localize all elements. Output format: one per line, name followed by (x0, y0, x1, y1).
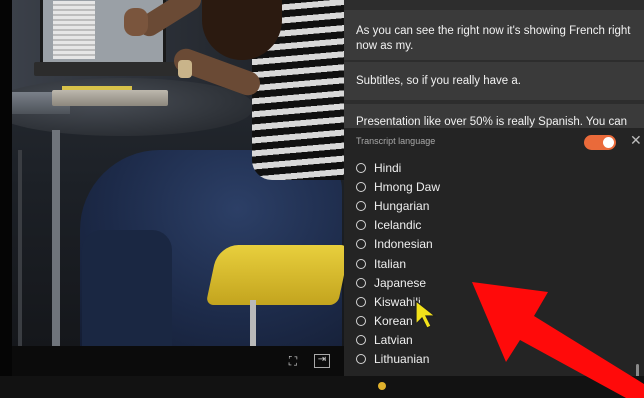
video-control-bar: ⛶ ⇥ (12, 346, 344, 376)
transcript-panel: As you can see the right now it's showin… (344, 0, 644, 376)
radio-icon[interactable] (356, 200, 366, 211)
language-option-hmong-daw[interactable]: Hmong Daw (356, 177, 440, 196)
language-option-hungarian[interactable]: Hungarian (356, 196, 440, 215)
caption-block: As you can see the right now it's showin… (344, 10, 644, 60)
video-paper (53, 1, 95, 59)
dock-panel-icon[interactable]: ⇥ (314, 354, 330, 368)
os-taskbar: 1:42 PM (0, 376, 644, 398)
language-option-italian[interactable]: Italian (356, 254, 440, 273)
video-book-stack (52, 90, 168, 106)
language-list-scrollbar[interactable] (636, 364, 639, 376)
radio-icon[interactable] (356, 181, 366, 192)
transcript-language-title: Transcript language (356, 136, 436, 146)
language-label: Icelandic (374, 218, 422, 233)
language-label: Italian (374, 256, 407, 271)
caption-block: Subtitles, so if you really have a. (344, 62, 644, 100)
video-frame[interactable] (12, 0, 344, 346)
video-person-hand (124, 8, 148, 36)
radio-icon[interactable] (356, 162, 366, 173)
taskbar-clock: 1:42 PM (598, 378, 625, 385)
radio-icon[interactable] (356, 277, 366, 288)
language-label: Indonesian (374, 237, 433, 252)
language-option-hindi[interactable]: Hindi (356, 158, 440, 177)
language-label: Lithuanian (374, 352, 430, 367)
language-label: Hungarian (374, 198, 430, 213)
taskbar-app-icon[interactable] (378, 382, 386, 390)
language-option-icelandic[interactable]: Icelandic (356, 216, 440, 235)
video-person-watch (178, 60, 192, 78)
language-list: Hindi Hmong Daw Hungarian Icelandic Indo… (356, 158, 440, 369)
radio-icon[interactable] (356, 220, 366, 231)
video-person-leg (82, 230, 172, 346)
radio-icon[interactable] (356, 316, 366, 327)
video-book-yellow (62, 86, 132, 90)
language-option-japanese[interactable]: Japanese (356, 273, 440, 292)
language-label: Japanese (374, 275, 427, 290)
language-option-latvian[interactable]: Latvian (356, 331, 440, 350)
video-chair-leg (250, 300, 256, 346)
language-label: Hindi (374, 160, 402, 175)
toggle-knob (603, 137, 614, 148)
video-yellow-chair (205, 245, 344, 305)
mouse-pointer-icon (415, 300, 437, 329)
video-table-leg-back (18, 150, 22, 346)
left-edge (0, 0, 12, 398)
transcript-toggle[interactable] (584, 135, 616, 150)
language-option-indonesian[interactable]: Indonesian (356, 235, 440, 254)
video-table-leg (52, 130, 60, 346)
language-label: Korean (374, 314, 413, 329)
transcript-language-popup: Transcript language ✕ Hindi Hmong Daw Hu… (344, 128, 644, 376)
language-label: Hmong Daw (374, 179, 441, 194)
radio-icon[interactable] (356, 296, 366, 307)
close-icon[interactable]: ✕ (630, 132, 642, 149)
language-label: Latvian (374, 333, 413, 348)
language-option-lithuanian[interactable]: Lithuanian (356, 350, 440, 369)
radio-icon[interactable] (356, 258, 366, 269)
video-laptop (34, 62, 184, 76)
radio-icon[interactable] (356, 335, 366, 346)
radio-icon[interactable] (356, 354, 366, 365)
radio-icon[interactable] (356, 239, 366, 250)
expand-icon[interactable]: ⛶ (284, 352, 302, 370)
